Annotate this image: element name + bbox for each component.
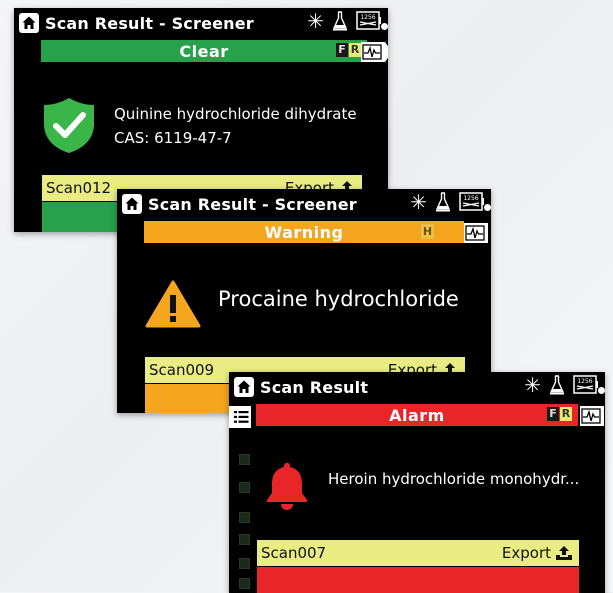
scan-id: Scan007 — [261, 544, 327, 562]
status-footer — [257, 567, 579, 593]
battery-icon: 1256 — [459, 192, 491, 212]
home-icon[interactable] — [19, 13, 39, 33]
side-indicator — [239, 534, 250, 545]
flag-badges: F R — [547, 407, 572, 421]
scan-bar: Scan007 Export — [257, 540, 579, 566]
cas-number: CAS: 6119-47-7 — [114, 129, 232, 147]
compound-name: Quinine hydrochloride dihydrate — [114, 105, 357, 123]
spectrum-icon[interactable] — [361, 42, 385, 62]
list-menu-icon[interactable] — [229, 406, 251, 428]
flag-r: R — [560, 407, 572, 421]
side-indicator — [239, 482, 250, 493]
warning-triangle-icon — [145, 279, 201, 333]
screen-title: Scan Result — [260, 378, 369, 397]
status-banner: Clear F R — [41, 40, 367, 62]
spectrum-tab-arrow — [385, 42, 388, 62]
screen-title: Scan Result - Screener — [45, 14, 254, 33]
flask-icon — [435, 192, 451, 212]
spectrum-icon[interactable] — [464, 223, 488, 243]
side-indicator — [239, 578, 250, 589]
export-button[interactable]: Export — [502, 544, 573, 562]
side-indicator — [239, 454, 250, 465]
svg-text:1256: 1256 — [360, 14, 375, 21]
status-label: Alarm — [389, 405, 445, 425]
flag-badges: H — [421, 224, 434, 239]
flag-badges: F R — [336, 43, 361, 57]
battery-icon: 1256 — [573, 375, 605, 395]
bell-icon — [263, 460, 311, 516]
title-bar: Scan Result - Screener ✳ 1256 — [14, 8, 388, 38]
scan-id: Scan009 — [149, 361, 215, 379]
scan-result-screen-alarm: Scan Result ✳ 1256 Alarm F R Heroin hydr… — [229, 372, 605, 593]
home-icon[interactable] — [122, 194, 142, 214]
status-label: Warning — [264, 222, 344, 242]
laser-icon: ✳ — [524, 373, 541, 397]
screen-title: Scan Result - Screener — [148, 195, 357, 214]
flag-h: H — [421, 224, 434, 239]
battery-icon: 1256 — [356, 11, 388, 31]
flask-icon — [332, 11, 348, 31]
laser-icon: ✳ — [410, 190, 427, 214]
compound-name: Heroin hydrochloride monohydr... — [328, 470, 580, 488]
compound-name: Procaine hydrochloride — [218, 287, 459, 311]
shield-check-icon — [42, 96, 96, 158]
flag-f: F — [336, 43, 348, 57]
title-bar: Scan Result ✳ 1256 — [229, 372, 605, 402]
svg-text:1256: 1256 — [577, 378, 592, 385]
svg-text:1256: 1256 — [463, 195, 478, 202]
laser-icon: ✳ — [307, 9, 324, 33]
home-icon[interactable] — [234, 377, 254, 397]
flag-r: R — [349, 43, 361, 57]
export-label: Export — [501, 544, 551, 562]
title-bar: Scan Result - Screener ✳ 1256 — [117, 189, 491, 219]
side-indicator — [239, 512, 250, 523]
status-banner: Alarm F R — [256, 404, 578, 426]
flag-f: F — [547, 407, 559, 421]
scan-id: Scan012 — [46, 179, 112, 197]
side-indicator — [239, 558, 250, 569]
status-banner: Warning H — [144, 221, 464, 243]
spectrum-icon[interactable] — [580, 406, 604, 426]
flask-icon — [549, 375, 565, 395]
status-label: Clear — [179, 41, 229, 61]
export-icon — [556, 546, 572, 560]
